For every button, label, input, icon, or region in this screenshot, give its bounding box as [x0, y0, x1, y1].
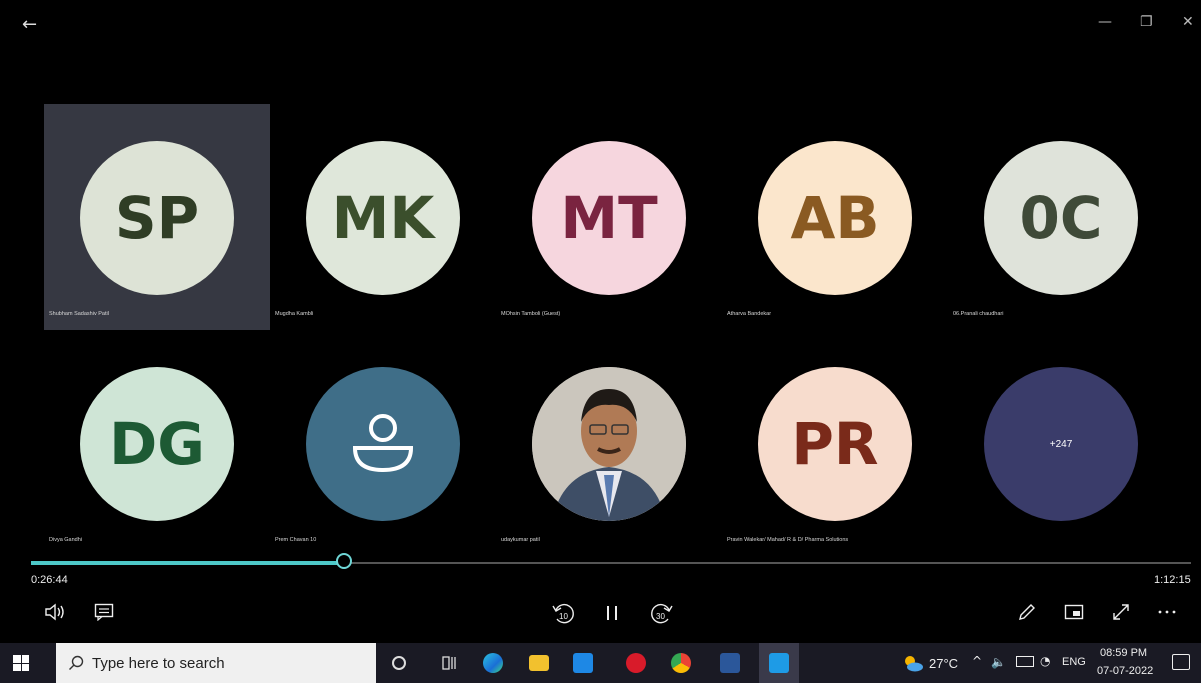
- avatar: PR: [758, 367, 912, 521]
- seek-thumb[interactable]: [336, 553, 353, 569]
- avatar: DG: [80, 367, 234, 521]
- clock-time[interactable]: 08:59 PM: [1100, 647, 1147, 659]
- participant-name: Shubham Sadashiv Patil: [49, 311, 109, 317]
- participant-tile[interactable]: MK Mugdha Kambli: [270, 104, 496, 330]
- avatar: 0C: [984, 141, 1138, 295]
- avatar-photo: [532, 367, 686, 521]
- chrome-icon[interactable]: [671, 653, 691, 673]
- more-options-icon[interactable]: [1156, 603, 1178, 621]
- wifi-icon[interactable]: ◔: [1040, 654, 1050, 668]
- cortana-icon[interactable]: [392, 656, 406, 670]
- taskbar-search[interactable]: Type here to search: [56, 643, 376, 683]
- volume-icon[interactable]: [44, 601, 66, 623]
- participant-tile[interactable]: 0C 06.Pranali chaudhari: [948, 104, 1174, 330]
- participant-name: MOhsin Tamboli (Guest): [501, 311, 561, 317]
- word-icon[interactable]: [720, 653, 740, 673]
- current-time: 0:26:44: [31, 574, 68, 586]
- notifications-icon[interactable]: [1172, 654, 1190, 670]
- weather-icon[interactable]: [902, 654, 923, 672]
- participant-tile[interactable]: AB Atharva Bandekar: [722, 104, 948, 330]
- close-button[interactable]: ✕: [1182, 14, 1194, 30]
- weather-temperature[interactable]: 27°C: [929, 656, 958, 671]
- minimize-button[interactable]: —: [1098, 14, 1112, 30]
- avatar: MT: [532, 141, 686, 295]
- participant-name: Divya Gandhi: [49, 537, 83, 543]
- mail-icon[interactable]: [573, 653, 593, 673]
- skip-back-label: 10: [559, 612, 568, 621]
- total-time: 1:12:15: [1154, 574, 1191, 586]
- skip-back-10-button[interactable]: 10: [551, 601, 577, 627]
- taskbar: Type here to search 27°C ^ 🔈 ◔ ENG 08:59…: [0, 643, 1201, 683]
- app-icon-red[interactable]: [626, 653, 646, 673]
- mini-view-icon[interactable]: [1063, 602, 1085, 622]
- battery-icon[interactable]: [1016, 656, 1034, 667]
- search-icon: [69, 655, 84, 670]
- back-arrow-icon[interactable]: ←: [22, 14, 37, 35]
- avatar: AB: [758, 141, 912, 295]
- pen-icon[interactable]: [1016, 601, 1038, 623]
- skip-forward-30-button[interactable]: 30: [648, 601, 674, 627]
- fullscreen-icon[interactable]: [1110, 601, 1132, 623]
- avatar: SP: [80, 141, 234, 295]
- pause-icon: [607, 606, 617, 620]
- windows-start-icon[interactable]: [13, 655, 29, 671]
- pause-button[interactable]: [603, 602, 621, 624]
- person-icon: [352, 414, 414, 473]
- edge-browser-icon[interactable]: [483, 653, 503, 673]
- seek-progress: [31, 561, 345, 565]
- profile-photo: [532, 367, 686, 521]
- speaker-icon[interactable]: 🔈: [991, 655, 1006, 669]
- more-participants-tile[interactable]: +247: [948, 330, 1174, 556]
- participant-name: udaykumar patil: [501, 537, 540, 543]
- skip-forward-label: 30: [656, 612, 665, 621]
- clock-date[interactable]: 07-07-2022: [1097, 665, 1153, 677]
- participant-tile[interactable]: udaykumar patil: [496, 330, 722, 556]
- participant-name: Pravin Walekar/ Mahad/ R & D/ Pharma Sol…: [727, 537, 849, 543]
- avatar: MK: [306, 141, 460, 295]
- search-placeholder: Type here to search: [92, 655, 225, 672]
- chevron-up-icon[interactable]: ^: [972, 654, 982, 668]
- participant-tile[interactable]: PR Pravin Walekar/ Mahad/ R & D/ Pharma …: [722, 330, 948, 556]
- participant-name: 06.Pranali chaudhari: [953, 311, 1004, 317]
- file-explorer-icon[interactable]: [529, 655, 549, 671]
- participant-name: Prem Chavan 10: [275, 537, 317, 543]
- avatar: [306, 367, 460, 521]
- captions-icon[interactable]: [93, 602, 115, 622]
- participant-name: Mugdha Kambli: [275, 311, 314, 317]
- task-view-icon[interactable]: [440, 653, 460, 673]
- media-player-taskbar-item[interactable]: [759, 643, 799, 683]
- participant-tile[interactable]: DG Divya Gandhi: [44, 330, 270, 556]
- language-indicator[interactable]: ENG: [1062, 656, 1086, 668]
- participant-name: Atharva Bandekar: [727, 311, 772, 317]
- participant-tile[interactable]: SP Shubham Sadashiv Patil: [44, 104, 270, 330]
- participant-tile[interactable]: MT MOhsin Tamboli (Guest): [496, 104, 722, 330]
- restore-button[interactable]: ❐: [1140, 14, 1153, 30]
- more-participants-count: +247: [984, 367, 1138, 521]
- participant-tile[interactable]: Prem Chavan 10: [270, 330, 496, 556]
- title-bar: ← — ❐ ✕: [0, 0, 1201, 50]
